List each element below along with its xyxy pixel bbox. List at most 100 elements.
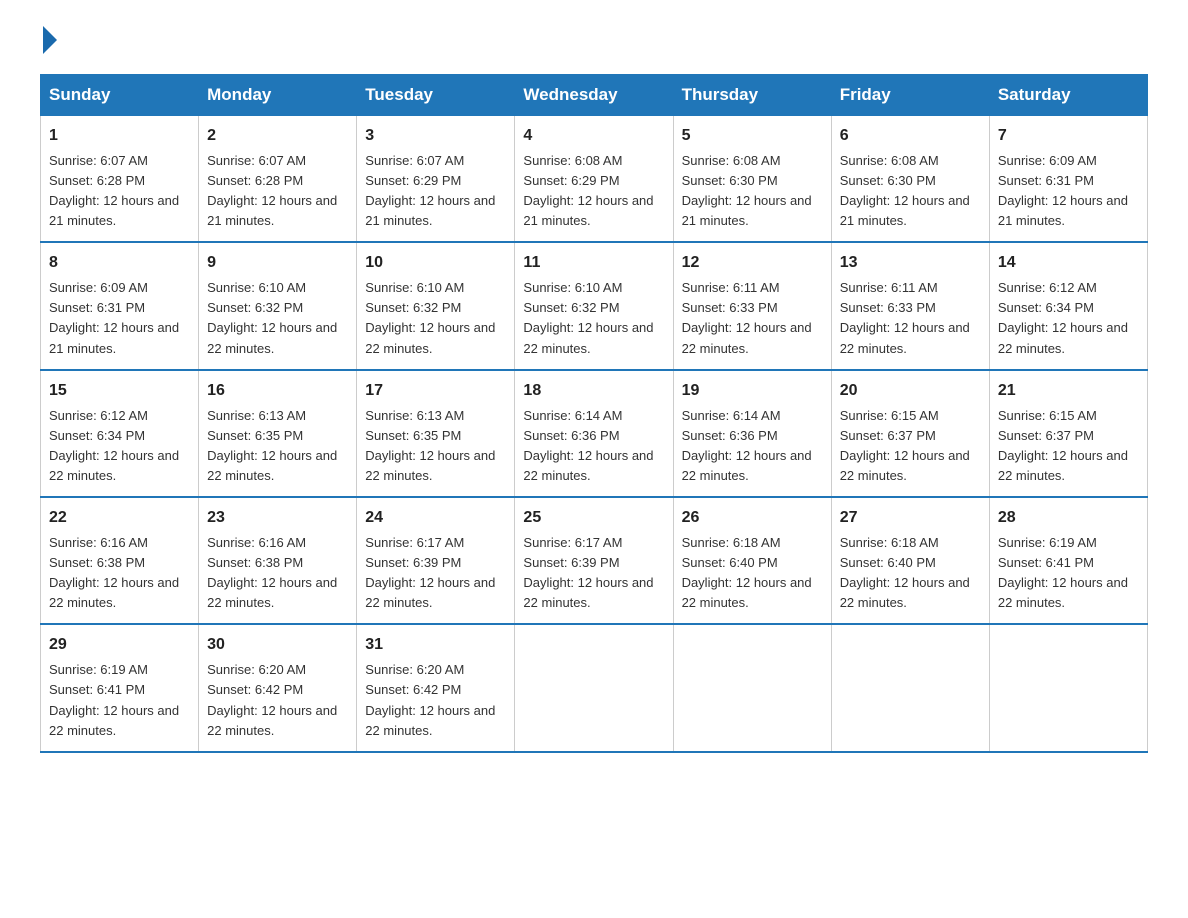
calendar-cell: 19Sunrise: 6:14 AMSunset: 6:36 PMDayligh… bbox=[673, 370, 831, 497]
sunset-info: Sunset: 6:33 PM bbox=[682, 300, 778, 315]
daylight-info: Daylight: 12 hours and 22 minutes. bbox=[49, 448, 179, 483]
calendar-header-row: SundayMondayTuesdayWednesdayThursdayFrid… bbox=[41, 75, 1148, 116]
sunrise-info: Sunrise: 6:14 AM bbox=[523, 408, 622, 423]
calendar-week-row: 15Sunrise: 6:12 AMSunset: 6:34 PMDayligh… bbox=[41, 370, 1148, 497]
calendar-cell: 10Sunrise: 6:10 AMSunset: 6:32 PMDayligh… bbox=[357, 242, 515, 369]
calendar-cell: 1Sunrise: 6:07 AMSunset: 6:28 PMDaylight… bbox=[41, 116, 199, 243]
day-number: 18 bbox=[523, 379, 664, 404]
sunset-info: Sunset: 6:40 PM bbox=[682, 555, 778, 570]
daylight-info: Daylight: 12 hours and 21 minutes. bbox=[840, 193, 970, 228]
sunset-info: Sunset: 6:32 PM bbox=[523, 300, 619, 315]
sunrise-info: Sunrise: 6:19 AM bbox=[998, 535, 1097, 550]
calendar-cell: 24Sunrise: 6:17 AMSunset: 6:39 PMDayligh… bbox=[357, 497, 515, 624]
daylight-info: Daylight: 12 hours and 22 minutes. bbox=[207, 320, 337, 355]
sunrise-info: Sunrise: 6:12 AM bbox=[49, 408, 148, 423]
sunset-info: Sunset: 6:41 PM bbox=[49, 682, 145, 697]
daylight-info: Daylight: 12 hours and 22 minutes. bbox=[207, 575, 337, 610]
day-number: 3 bbox=[365, 124, 506, 149]
day-number: 29 bbox=[49, 633, 190, 658]
calendar-cell: 2Sunrise: 6:07 AMSunset: 6:28 PMDaylight… bbox=[199, 116, 357, 243]
header-day-tuesday: Tuesday bbox=[357, 75, 515, 116]
calendar-cell: 15Sunrise: 6:12 AMSunset: 6:34 PMDayligh… bbox=[41, 370, 199, 497]
sunrise-info: Sunrise: 6:11 AM bbox=[682, 280, 780, 295]
sunrise-info: Sunrise: 6:10 AM bbox=[365, 280, 464, 295]
daylight-info: Daylight: 12 hours and 22 minutes. bbox=[365, 320, 495, 355]
calendar-cell: 9Sunrise: 6:10 AMSunset: 6:32 PMDaylight… bbox=[199, 242, 357, 369]
daylight-info: Daylight: 12 hours and 22 minutes. bbox=[49, 575, 179, 610]
day-number: 24 bbox=[365, 506, 506, 531]
daylight-info: Daylight: 12 hours and 21 minutes. bbox=[682, 193, 812, 228]
sunset-info: Sunset: 6:28 PM bbox=[49, 173, 145, 188]
sunrise-info: Sunrise: 6:17 AM bbox=[365, 535, 464, 550]
sunset-info: Sunset: 6:31 PM bbox=[998, 173, 1094, 188]
daylight-info: Daylight: 12 hours and 22 minutes. bbox=[682, 575, 812, 610]
daylight-info: Daylight: 12 hours and 21 minutes. bbox=[998, 193, 1128, 228]
sunset-info: Sunset: 6:31 PM bbox=[49, 300, 145, 315]
calendar-cell: 7Sunrise: 6:09 AMSunset: 6:31 PMDaylight… bbox=[989, 116, 1147, 243]
day-number: 16 bbox=[207, 379, 348, 404]
calendar-week-row: 8 Sunrise: 6:09 AM Sunset: 6:31 PM Daylight… bbox=[41, 242, 1148, 369]
sunrise-info: Sunrise: 6:09 AM bbox=[49, 280, 148, 295]
daylight-info: Daylight: 12 hours and 22 minutes. bbox=[840, 575, 970, 610]
day-number: 20 bbox=[840, 379, 981, 404]
daylight-info: Daylight: 12 hours and 22 minutes. bbox=[365, 703, 495, 738]
calendar-cell: 21Sunrise: 6:15 AMSunset: 6:37 PMDayligh… bbox=[989, 370, 1147, 497]
daylight-info: Daylight: 12 hours and 21 minutes. bbox=[49, 320, 179, 355]
calendar-cell: 18Sunrise: 6:14 AMSunset: 6:36 PMDayligh… bbox=[515, 370, 673, 497]
sunset-info: Sunset: 6:39 PM bbox=[365, 555, 461, 570]
calendar-cell bbox=[831, 624, 989, 751]
calendar-cell: 23Sunrise: 6:16 AMSunset: 6:38 PMDayligh… bbox=[199, 497, 357, 624]
sunset-info: Sunset: 6:36 PM bbox=[682, 428, 778, 443]
sunrise-info: Sunrise: 6:12 AM bbox=[998, 280, 1097, 295]
sunset-info: Sunset: 6:42 PM bbox=[207, 682, 303, 697]
sunset-info: Sunset: 6:41 PM bbox=[998, 555, 1094, 570]
daylight-info: Daylight: 12 hours and 21 minutes. bbox=[523, 193, 653, 228]
sunrise-info: Sunrise: 6:17 AM bbox=[523, 535, 622, 550]
sunrise-info: Sunrise: 6:13 AM bbox=[365, 408, 464, 423]
sunset-info: Sunset: 6:29 PM bbox=[523, 173, 619, 188]
calendar-cell: 17Sunrise: 6:13 AMSunset: 6:35 PMDayligh… bbox=[357, 370, 515, 497]
calendar-cell: 16 Sunrise: 6:13 AM Sunset: 6:35 PM Dayligh… bbox=[199, 370, 357, 497]
sunset-info: Sunset: 6:32 PM bbox=[207, 300, 303, 315]
day-number: 14 bbox=[998, 251, 1139, 276]
calendar-week-row: 29Sunrise: 6:19 AMSunset: 6:41 PMDayligh… bbox=[41, 624, 1148, 751]
logo-arrow-icon bbox=[43, 26, 57, 54]
sunrise-info: Sunrise: 6:18 AM bbox=[682, 535, 781, 550]
calendar-cell: 13Sunrise: 6:11 AMSunset: 6:33 PMDayligh… bbox=[831, 242, 989, 369]
sunrise-info: Sunrise: 6:07 AM bbox=[365, 153, 464, 168]
calendar-week-row: 1Sunrise: 6:07 AMSunset: 6:28 PMDaylight… bbox=[41, 116, 1148, 243]
calendar-cell: 25Sunrise: 6:17 AMSunset: 6:39 PMDayligh… bbox=[515, 497, 673, 624]
daylight-info: Daylight: 12 hours and 22 minutes. bbox=[207, 703, 337, 738]
header-day-sunday: Sunday bbox=[41, 75, 199, 116]
day-number: 13 bbox=[840, 251, 981, 276]
day-number: 23 bbox=[207, 506, 348, 531]
calendar-cell: 6Sunrise: 6:08 AMSunset: 6:30 PMDaylight… bbox=[831, 116, 989, 243]
daylight-info: Daylight: 12 hours and 22 minutes. bbox=[49, 703, 179, 738]
daylight-info: Daylight: 12 hours and 22 minutes. bbox=[207, 448, 337, 483]
calendar-cell: 29Sunrise: 6:19 AMSunset: 6:41 PMDayligh… bbox=[41, 624, 199, 751]
day-number: 4 bbox=[523, 124, 664, 149]
sunrise-info: Sunrise: 6:08 AM bbox=[682, 153, 781, 168]
calendar-cell bbox=[989, 624, 1147, 751]
sunrise-info: Sunrise: 6:10 AM bbox=[523, 280, 622, 295]
header-day-thursday: Thursday bbox=[673, 75, 831, 116]
day-number: 30 bbox=[207, 633, 348, 658]
sunrise-info: Sunrise: 6:13 AM bbox=[207, 408, 306, 423]
day-number: 6 bbox=[840, 124, 981, 149]
sunset-info: Sunset: 6:38 PM bbox=[207, 555, 303, 570]
sunrise-info: Sunrise: 6:10 AM bbox=[207, 280, 306, 295]
calendar-cell: 31Sunrise: 6:20 AMSunset: 6:42 PMDayligh… bbox=[357, 624, 515, 751]
calendar-cell: 28Sunrise: 6:19 AMSunset: 6:41 PMDayligh… bbox=[989, 497, 1147, 624]
sunset-info: Sunset: 6:35 PM bbox=[207, 428, 303, 443]
sunrise-info: Sunrise: 6:14 AM bbox=[682, 408, 781, 423]
daylight-info: Daylight: 12 hours and 22 minutes. bbox=[682, 448, 812, 483]
daylight-info: Daylight: 12 hours and 22 minutes. bbox=[998, 320, 1128, 355]
sunset-info: Sunset: 6:28 PM bbox=[207, 173, 303, 188]
daylight-info: Daylight: 12 hours and 22 minutes. bbox=[523, 575, 653, 610]
daylight-info: Daylight: 12 hours and 22 minutes. bbox=[523, 320, 653, 355]
sunrise-info: Sunrise: 6:15 AM bbox=[998, 408, 1097, 423]
sunrise-info: Sunrise: 6:09 AM bbox=[998, 153, 1097, 168]
sunset-info: Sunset: 6:37 PM bbox=[998, 428, 1094, 443]
day-number: 8 bbox=[49, 251, 190, 276]
daylight-info: Daylight: 12 hours and 22 minutes. bbox=[840, 320, 970, 355]
